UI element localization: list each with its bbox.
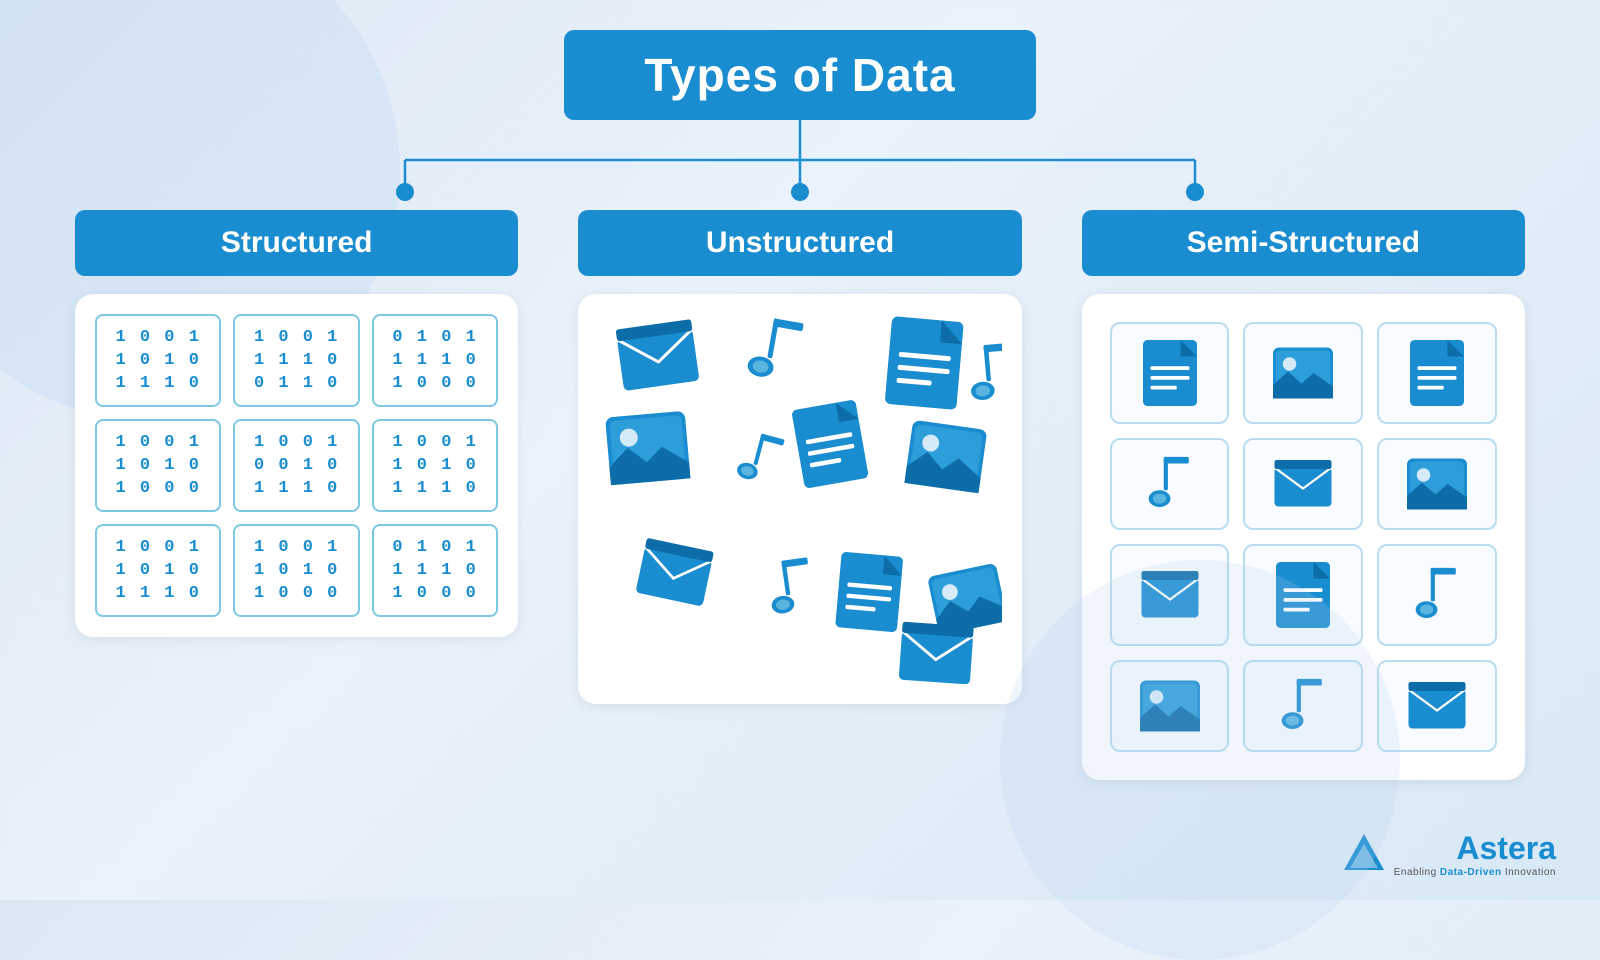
unstructured-header: Unstructured — [578, 210, 1021, 276]
semi-cell-img3 — [1110, 660, 1230, 752]
binary-cell: 1 0 0 1 1 0 1 0 1 1 1 0 — [95, 314, 221, 407]
binary-cell: 1 0 0 1 1 0 1 0 1 0 0 0 — [233, 524, 359, 617]
astera-logomark — [1342, 832, 1386, 876]
envelope-icon-2 — [633, 537, 717, 614]
semi-cell-doc3 — [1243, 544, 1363, 646]
semi-cell-env2 — [1110, 544, 1230, 646]
music-icon — [743, 315, 809, 393]
structured-card: 1 0 0 1 1 0 1 0 1 1 1 0 1 0 0 1 1 1 1 0 … — [75, 294, 518, 637]
binary-cell: 1 0 0 1 1 1 1 0 0 1 1 0 — [233, 314, 359, 407]
tree-connector — [250, 120, 1350, 210]
page-title: Types of Data — [564, 30, 1035, 120]
document-icon — [884, 316, 964, 415]
envelope-icon — [614, 319, 703, 398]
main-container: Types of Data Structured — [0, 0, 1600, 900]
semi-cell-music3 — [1243, 660, 1363, 752]
unstructured-card — [578, 294, 1021, 704]
semi-cell-env1 — [1243, 438, 1363, 530]
structured-column: Structured 1 0 0 1 1 0 1 0 1 1 1 0 1 0 0… — [75, 210, 518, 637]
structured-header: Structured — [75, 210, 518, 276]
semi-cell-doc1 — [1110, 322, 1230, 424]
columns-container: Structured 1 0 0 1 1 0 1 0 1 1 1 0 1 0 0… — [75, 210, 1525, 870]
document-icon-2 — [791, 399, 870, 494]
binary-cell: 1 0 0 1 0 0 1 0 1 1 1 0 — [233, 419, 359, 512]
document-icon-3 — [835, 551, 904, 637]
binary-cell: 1 0 0 1 1 0 1 0 1 0 0 0 — [95, 419, 221, 512]
unstructured-column: Unstructured — [578, 210, 1021, 704]
music-icon-2 — [966, 342, 1002, 411]
envelope-icon-3 — [896, 621, 976, 684]
semi-cell-img2 — [1377, 438, 1497, 530]
binary-cell: 1 0 0 1 1 0 1 0 1 1 1 0 — [95, 524, 221, 617]
semi-cell-img1 — [1243, 322, 1363, 424]
astera-logo-text: Astera Enabling Data-Driven Innovation — [1394, 830, 1556, 878]
semi-structured-column: Semi-Structured — [1082, 210, 1525, 780]
semi-cell-music1 — [1110, 438, 1230, 530]
image-icon-2 — [904, 419, 988, 499]
semi-cell-music2 — [1377, 544, 1497, 646]
semi-structured-grid — [1102, 314, 1505, 760]
music-icon-4 — [764, 556, 820, 625]
semi-structured-header: Semi-Structured — [1082, 210, 1525, 276]
binary-cell: 0 1 0 1 1 1 1 0 1 0 0 0 — [372, 524, 498, 617]
image-icon — [605, 411, 691, 491]
astera-name: Astera — [1456, 830, 1556, 867]
semi-structured-card — [1082, 294, 1525, 780]
astera-logo: Astera Enabling Data-Driven Innovation — [1342, 830, 1556, 878]
semi-cell-env3 — [1377, 660, 1497, 752]
astera-tagline: Enabling Data-Driven Innovation — [1394, 867, 1556, 878]
unstructured-area — [598, 314, 1001, 684]
music-icon-3 — [732, 429, 789, 495]
semi-cell-doc2 — [1377, 322, 1497, 424]
binary-cell: 1 0 0 1 1 0 1 0 1 1 1 0 — [372, 419, 498, 512]
binary-cell: 0 1 0 1 1 1 1 0 1 0 0 0 — [372, 314, 498, 407]
structured-grid: 1 0 0 1 1 0 1 0 1 1 1 0 1 0 0 1 1 1 1 0 … — [95, 314, 498, 617]
